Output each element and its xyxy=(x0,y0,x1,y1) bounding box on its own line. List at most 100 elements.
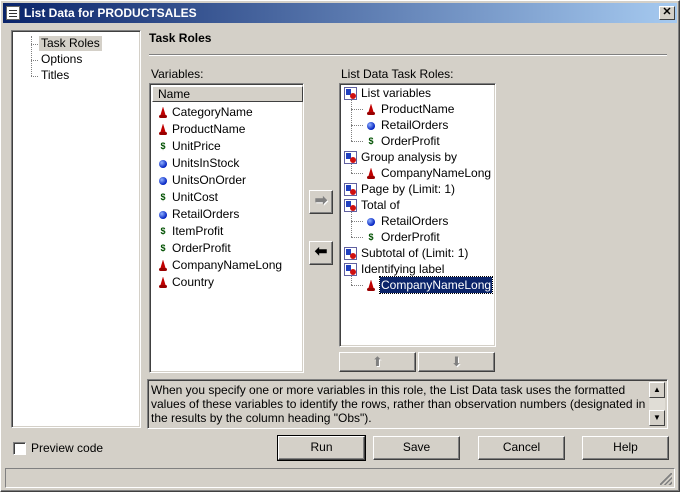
variable-name: OrderProfit xyxy=(381,230,440,244)
variable-name: ProductName xyxy=(381,102,455,116)
tree-connector xyxy=(351,173,363,174)
nav-item-options[interactable]: Options xyxy=(39,52,84,67)
title-bar[interactable]: List Data for PRODUCTSALES ✕ xyxy=(3,3,677,23)
role-label: Subtotal of (Limit: 1) xyxy=(361,246,469,260)
tree-connector xyxy=(351,212,352,237)
variable-name: UnitsOnOrder xyxy=(172,173,247,187)
role-node[interactable]: Subtotal of (Limit: 1) xyxy=(344,245,469,261)
character-variable-icon xyxy=(364,167,377,180)
character-variable-icon xyxy=(156,106,169,119)
nav-item-task-roles[interactable]: Task Roles xyxy=(39,36,102,51)
add-variable-button[interactable]: ➡ xyxy=(309,190,333,214)
roles-label: List Data Task Roles: xyxy=(341,67,454,81)
role-node[interactable]: Group analysis by xyxy=(344,149,458,165)
name-column-header[interactable]: Name xyxy=(152,86,303,102)
role-description-text: When you specify one or more variables i… xyxy=(151,383,646,425)
list-item[interactable]: $ OrderProfit xyxy=(156,240,231,256)
task-roles-tree[interactable]: List variables ProductName RetailOrders $ Or… xyxy=(339,83,496,347)
variable-name: UnitCost xyxy=(172,190,219,204)
role-node[interactable]: List variables xyxy=(344,85,432,101)
nav-panel: Task Roles Options Titles xyxy=(11,30,141,428)
role-label: Total of xyxy=(361,198,400,212)
role-variable-item[interactable]: RetailOrders xyxy=(364,213,449,229)
numeric-variable-icon xyxy=(156,208,169,221)
task-role-icon xyxy=(344,246,357,260)
close-button[interactable]: ✕ xyxy=(659,6,675,20)
numeric-variable-icon xyxy=(156,157,169,170)
tree-connector xyxy=(351,221,363,222)
character-variable-icon xyxy=(156,259,169,272)
variable-name: OrderProfit xyxy=(381,134,440,148)
cancel-button[interactable]: Cancel xyxy=(478,436,565,460)
task-role-icon xyxy=(344,182,357,196)
numeric-variable-icon xyxy=(156,174,169,187)
character-variable-icon xyxy=(364,279,377,292)
currency-variable-icon: $ xyxy=(368,135,373,146)
tree-connector xyxy=(31,36,32,76)
list-item[interactable]: UnitsInStock xyxy=(156,155,239,171)
tree-connector xyxy=(351,141,363,142)
move-down-button[interactable]: ⬇ xyxy=(418,352,495,372)
resize-grip-icon[interactable] xyxy=(660,473,672,485)
tree-connector xyxy=(351,100,352,141)
numeric-variable-icon xyxy=(364,119,377,132)
list-item[interactable]: UnitsOnOrder xyxy=(156,172,246,188)
preview-code-checkbox[interactable] xyxy=(13,441,26,455)
variable-name: Country xyxy=(172,275,215,289)
currency-variable-icon: $ xyxy=(160,140,165,151)
role-description: When you specify one or more variables i… xyxy=(147,379,668,429)
role-variable-item[interactable]: $ OrderProfit xyxy=(364,133,441,149)
role-variable-item[interactable]: $ OrderProfit xyxy=(364,229,441,245)
list-item[interactable]: Country xyxy=(156,274,214,290)
role-label: List variables xyxy=(361,86,432,100)
role-label: Group analysis by xyxy=(361,150,458,164)
variable-name: UnitsInStock xyxy=(172,156,240,170)
save-button[interactable]: Save xyxy=(373,436,460,460)
list-item[interactable]: CompanyNameLong xyxy=(156,257,282,273)
preview-code-option[interactable]: Preview code xyxy=(13,441,103,455)
role-node[interactable]: Identifying label xyxy=(344,261,445,277)
currency-variable-icon: $ xyxy=(160,225,165,236)
run-button[interactable]: Run xyxy=(277,435,366,461)
numeric-variable-icon xyxy=(364,215,377,228)
currency-variable-icon: $ xyxy=(160,242,165,253)
role-label: Page by (Limit: 1) xyxy=(361,182,456,196)
list-item[interactable]: RetailOrders xyxy=(156,206,239,222)
scroll-up-icon[interactable]: ▲ xyxy=(649,382,665,398)
help-button[interactable]: Help xyxy=(582,436,669,460)
page-title: Task Roles xyxy=(149,31,212,45)
list-item[interactable]: $ UnitCost xyxy=(156,189,218,205)
role-node[interactable]: Page by (Limit: 1) xyxy=(344,181,456,197)
variable-name: RetailOrders xyxy=(381,214,449,228)
tree-connector xyxy=(351,285,363,286)
variables-label: Variables: xyxy=(151,67,204,81)
variable-name: OrderProfit xyxy=(172,241,231,255)
help-scrollbar[interactable]: ▲ ▼ xyxy=(649,382,665,426)
role-variable-item[interactable]: ProductName xyxy=(364,101,455,117)
role-variable-item[interactable]: CompanyNameLong xyxy=(364,165,492,181)
tree-connector xyxy=(351,125,363,126)
variable-name: CompanyNameLong xyxy=(378,276,494,294)
role-label: Identifying label xyxy=(361,262,445,276)
task-role-icon xyxy=(344,262,357,276)
move-up-button[interactable]: ⬆ xyxy=(339,352,416,372)
role-node[interactable]: Total of xyxy=(344,197,401,213)
character-variable-icon xyxy=(156,276,169,289)
list-item[interactable]: ProductName xyxy=(156,121,245,137)
variables-list[interactable]: Name CategoryName ProductName $ UnitPrice Un… xyxy=(149,83,304,373)
nav-item-titles[interactable]: Titles xyxy=(39,68,71,83)
task-role-icon xyxy=(344,198,357,212)
list-item[interactable]: CategoryName xyxy=(156,104,253,120)
divider xyxy=(149,54,667,56)
list-item[interactable]: $ ItemProfit xyxy=(156,223,223,239)
list-item[interactable]: $ UnitPrice xyxy=(156,138,221,154)
character-variable-icon xyxy=(156,123,169,136)
preview-code-label: Preview code xyxy=(31,441,104,455)
scroll-down-icon[interactable]: ▼ xyxy=(649,410,665,426)
variable-name: UnitPrice xyxy=(172,139,221,153)
remove-variable-button[interactable]: ⬅ xyxy=(309,241,333,265)
tree-connector xyxy=(31,76,38,77)
status-bar xyxy=(5,468,675,488)
role-variable-item[interactable]: RetailOrders xyxy=(364,117,449,133)
role-variable-item[interactable]: CompanyNameLong xyxy=(364,276,494,294)
